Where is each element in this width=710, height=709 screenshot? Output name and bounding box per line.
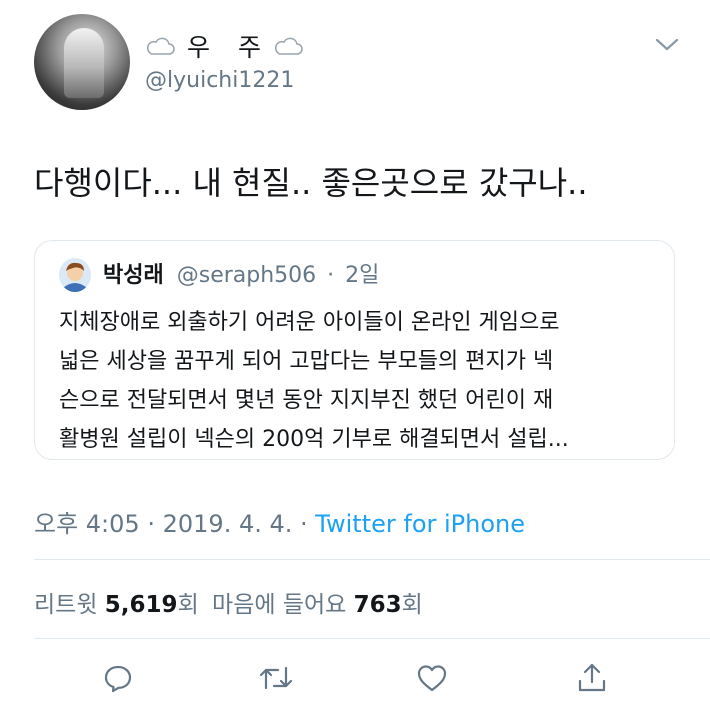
like-button[interactable] bbox=[414, 660, 450, 696]
quoted-text-line: 슨으로 전달되면서 몇년 동안 지지부진 했던 어린이 재 bbox=[59, 388, 554, 413]
likes-unit: 회 bbox=[401, 592, 423, 618]
meta-separator: · bbox=[300, 510, 308, 538]
tweet-time: 오후 4:05 bbox=[34, 510, 140, 538]
tweet-date: 2019. 4. 4. bbox=[162, 510, 293, 538]
tweet-stats: 리트윗 5,619회 마음에 들어요 763회 bbox=[34, 585, 423, 619]
user-handle[interactable]: @lyuichi1221 bbox=[145, 68, 294, 93]
profile-avatar[interactable] bbox=[34, 14, 130, 110]
reply-button[interactable] bbox=[100, 660, 136, 696]
quoted-name: 박성래 bbox=[103, 263, 164, 288]
likes-label: 마음에 들어요 bbox=[212, 592, 347, 618]
quoted-avatar bbox=[59, 258, 91, 292]
tweet-text: 다행이다... 내 현질.. 좋은곳으로 갔구나.. bbox=[34, 164, 588, 202]
tweet-meta: 오후 4:05 · 2019. 4. 4. · Twitter for iPho… bbox=[34, 504, 525, 539]
divider bbox=[34, 559, 710, 560]
likes-count[interactable]: 763 bbox=[354, 592, 402, 618]
quoted-separator: · bbox=[327, 263, 335, 288]
more-options-button[interactable] bbox=[654, 36, 680, 54]
reply-icon bbox=[104, 665, 132, 693]
display-name: 우 주 bbox=[187, 33, 271, 62]
avatar-figure bbox=[64, 28, 104, 98]
share-icon bbox=[578, 663, 606, 692]
quoted-text-line: 활병원 설립이 넥슨의 200억 기부로 해결되면서 설립... bbox=[59, 427, 569, 452]
retweets-label: 리트윗 bbox=[34, 592, 98, 618]
cloud-icon bbox=[274, 37, 303, 55]
quoted-header: 박성래 @seraph506 · 2일 bbox=[103, 257, 379, 289]
quoted-handle: @seraph506 bbox=[176, 263, 317, 288]
quoted-text: 지체장애로 외출하기 어려운 아이들이 온라인 게임으로 넓은 세상을 꿈꾸게 … bbox=[59, 303, 659, 459]
quoted-text-line: 넓은 세상을 꿈꾸게 되어 고맙다는 부모들의 편지가 넥 bbox=[59, 349, 554, 374]
cloud-icon bbox=[146, 37, 175, 55]
quoted-time: 2일 bbox=[345, 263, 380, 288]
meta-separator: · bbox=[147, 510, 155, 538]
retweet-button[interactable] bbox=[258, 660, 294, 696]
chevron-down-icon bbox=[655, 38, 679, 51]
retweets-unit: 회 bbox=[177, 592, 199, 618]
share-button[interactable] bbox=[574, 660, 610, 696]
quoted-tweet-card[interactable]: 박성래 @seraph506 · 2일 지체장애로 외출하기 어려운 아이들이 … bbox=[34, 240, 675, 460]
tweet-source-link[interactable]: Twitter for iPhone bbox=[315, 510, 525, 538]
divider bbox=[34, 638, 710, 639]
display-name-row[interactable]: 우 주 bbox=[145, 28, 303, 64]
quoted-text-line: 지체장애로 외출하기 어려운 아이들이 온라인 게임으로 bbox=[59, 310, 560, 335]
heart-icon bbox=[417, 665, 447, 692]
retweets-count[interactable]: 5,619 bbox=[105, 592, 178, 618]
retweet-icon bbox=[259, 666, 293, 690]
